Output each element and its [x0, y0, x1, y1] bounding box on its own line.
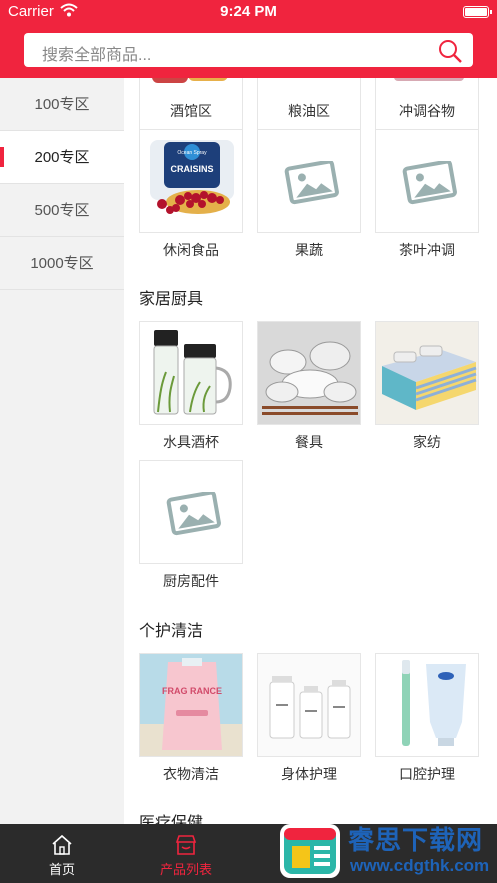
section-title-personal-care: 个护清洁 [139, 623, 204, 640]
watermark-logo-icon [280, 824, 340, 878]
craisins-name-text: CRAISINS [170, 164, 213, 174]
category-sidebar: 100专区 200专区 500专区 1000专区 [0, 78, 124, 824]
wine-product-image-2 [188, 78, 228, 81]
wine-product-image [152, 78, 188, 83]
sidebar-item-100[interactable]: 100专区 [0, 78, 124, 131]
category-label: 口腔护理 [399, 766, 455, 782]
category-label: 衣物清洁 [163, 766, 219, 782]
craisins-brand-text: Ocean Spray [177, 150, 207, 156]
search-icon[interactable] [437, 38, 463, 64]
tableware-image [258, 322, 360, 424]
sidebar-item-200[interactable]: 200专区 [0, 131, 124, 184]
home-icon [52, 834, 72, 855]
store-icon [175, 835, 197, 855]
watermark-title: 睿思下载网 [348, 825, 484, 855]
glass-bottles-image [153, 330, 232, 415]
category-tile-fruits-veg[interactable] [257, 129, 361, 233]
placeholder-image-icon [284, 161, 339, 205]
category-tile-laundry[interactable]: FRAG RANCE [139, 653, 243, 757]
tab-home[interactable]: 首页 [0, 824, 124, 883]
category-label: 餐具 [295, 434, 323, 450]
category-label: 果蔬 [295, 242, 323, 258]
section-title-medical: 医疗保健 [139, 815, 204, 824]
search-placeholder: 搜索全部商品... [42, 47, 152, 64]
placeholder-image-icon [166, 492, 221, 536]
watermark-url: www.cdgthk.com [350, 856, 490, 875]
category-tile-snacks[interactable]: Ocean Spray CRAISINS [139, 129, 243, 233]
sidebar-item-500[interactable]: 500专区 [0, 184, 124, 237]
category-label: 身体护理 [281, 766, 337, 782]
category-tile-body-care[interactable] [257, 653, 361, 757]
sidebar-item-1000[interactable]: 1000专区 [0, 237, 124, 290]
battery-icon [463, 6, 492, 18]
placeholder-image-icon [402, 161, 457, 205]
category-label: 水具酒杯 [163, 434, 219, 450]
category-label: 冲调谷物 [399, 103, 455, 119]
search-input[interactable]: 搜索全部商品... [24, 33, 473, 67]
category-tile-tea[interactable] [375, 129, 479, 233]
cereal-product-image [394, 78, 464, 81]
category-tile-bedding[interactable] [375, 321, 479, 425]
status-bar: Carrier 9:24 PM [0, 0, 497, 24]
category-tile-drinkware[interactable] [139, 321, 243, 425]
category-tile-tableware[interactable] [257, 321, 361, 425]
detergent-label-text: FRAG RANCE [162, 686, 222, 696]
category-label: 家纺 [413, 434, 441, 450]
tab-product-list[interactable]: 产品列表 [124, 824, 248, 883]
tab-home-label: 首页 [48, 862, 75, 877]
category-content: 酒馆区 粮油区 冲调谷物 Ocean Spray CRAISINS 休闲食品 果… [124, 78, 497, 824]
detergent-pouch-image: FRAG RANCE [140, 654, 242, 756]
section-title-home: 家居厨具 [139, 291, 204, 308]
site-watermark: 睿思下载网 www.cdgthk.com [276, 818, 497, 883]
toothbrush-toothpaste-image [376, 654, 478, 756]
category-label: 酒馆区 [170, 103, 212, 119]
category-label: 休闲食品 [163, 242, 219, 258]
craisins-image: Ocean Spray CRAISINS [150, 140, 234, 214]
bedding-image [376, 322, 478, 424]
search-header: 搜索全部商品... [0, 24, 497, 78]
tab-product-list-label: 产品列表 [159, 862, 212, 877]
category-label: 厨房配件 [163, 573, 219, 589]
category-tile-oral-care[interactable] [375, 653, 479, 757]
category-label: 茶叶冲调 [399, 242, 455, 258]
clock: 9:24 PM [220, 3, 277, 20]
category-tile-kitchen-accessories[interactable] [139, 460, 243, 564]
category-label: 粮油区 [288, 103, 330, 119]
lotion-bottles-image [258, 654, 360, 756]
